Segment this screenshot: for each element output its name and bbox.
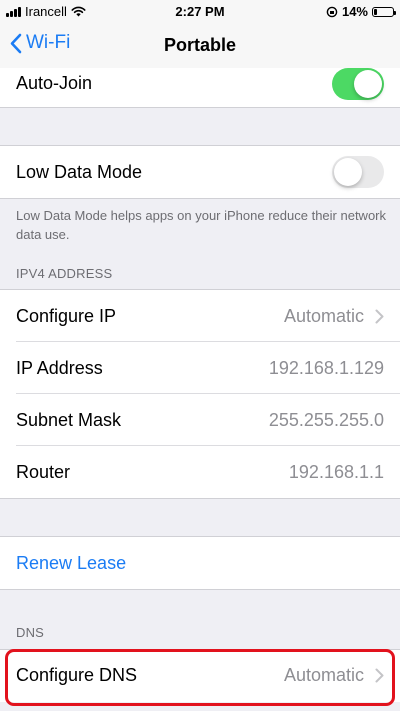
page-title: Portable: [163, 35, 237, 55]
low-data-mode-footnote: Low Data Mode helps apps on your iPhone …: [16, 208, 386, 242]
divider: [0, 589, 400, 590]
router-label: Router: [16, 462, 71, 482]
low-data-mode-label: Low Data Mode: [16, 162, 143, 182]
ipv4-section-header: IPV4 ADDRESS: [16, 266, 113, 281]
auto-join-toggle[interactable]: [332, 68, 384, 100]
divider: [0, 498, 400, 499]
auto-join-row: Auto-Join: [0, 68, 400, 108]
divider: [0, 198, 400, 199]
router-value: 192.168.1.1: [288, 462, 384, 482]
ip-address-label: IP Address: [16, 358, 103, 378]
status-bar: Irancell 2:27 PM 14%: [0, 0, 400, 24]
subnet-mask-label: Subnet Mask: [16, 410, 122, 430]
battery-percent: 14%: [341, 4, 368, 19]
configure-dns-highlight: [5, 649, 395, 706]
orientation-lock-icon: [326, 6, 338, 17]
configure-ip-row[interactable]: Configure IP Automatic: [0, 290, 400, 342]
renew-lease-button[interactable]: Renew Lease: [16, 553, 126, 574]
battery-icon: [372, 6, 396, 17]
toggle-knob: [334, 158, 362, 186]
divider: [0, 107, 400, 108]
navigation-bar: Wi-Fi Portable: [0, 24, 400, 68]
subnet-mask-value: 255.255.255.0: [268, 410, 384, 430]
renew-lease-row[interactable]: Renew Lease: [0, 537, 400, 589]
configure-ip-label: Configure IP: [16, 306, 117, 326]
status-right: 14%: [326, 4, 396, 19]
router-row: Router 192.168.1.1: [0, 446, 400, 498]
ip-address-row: IP Address 192.168.1.129: [0, 342, 400, 394]
toggle-knob: [354, 70, 382, 98]
auto-join-label: Auto-Join: [16, 73, 93, 93]
configure-ip-value: Automatic: [283, 306, 364, 326]
dns-section-header: DNS: [16, 625, 45, 640]
low-data-mode-row: Low Data Mode: [0, 146, 400, 198]
chevron-right-icon: [375, 309, 384, 324]
low-data-mode-toggle[interactable]: [332, 156, 384, 188]
subnet-mask-row: Subnet Mask 255.255.255.0: [0, 394, 400, 446]
ip-address-value: 192.168.1.129: [268, 358, 384, 378]
